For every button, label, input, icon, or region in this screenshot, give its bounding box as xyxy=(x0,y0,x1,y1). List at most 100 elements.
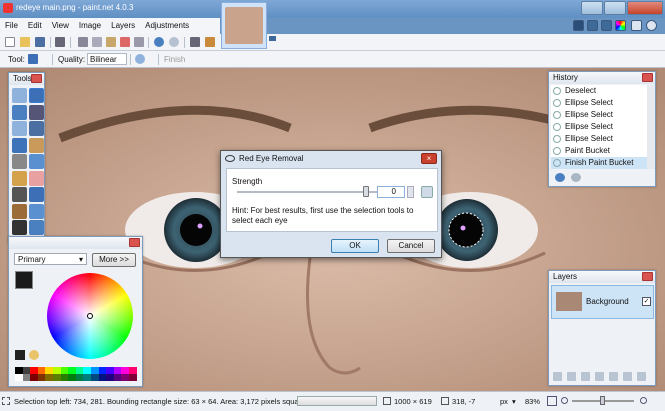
palette-swatch[interactable] xyxy=(91,367,99,374)
line-curve-icon[interactable] xyxy=(29,220,44,235)
palette-swatch[interactable] xyxy=(98,374,107,381)
palette-swatch[interactable] xyxy=(121,367,129,374)
undo-icon[interactable] xyxy=(154,37,164,47)
palette-swatch[interactable] xyxy=(30,374,38,381)
unit-selector[interactable]: px xyxy=(500,397,508,406)
cancel-button[interactable]: Cancel xyxy=(387,239,435,253)
paste-icon[interactable] xyxy=(106,37,116,47)
menu-item-adjustments[interactable]: Adjustments xyxy=(140,18,194,33)
color-wheel[interactable] xyxy=(47,273,133,359)
text-icon[interactable] xyxy=(12,220,27,235)
deselect-icon[interactable] xyxy=(134,37,144,47)
palette-swatch[interactable] xyxy=(68,367,76,374)
palette-swatch[interactable] xyxy=(113,367,122,374)
menu-item-view[interactable]: View xyxy=(47,18,74,33)
palette-swatch[interactable] xyxy=(53,367,61,374)
redo-icon[interactable] xyxy=(169,37,179,47)
move-selection-icon[interactable] xyxy=(29,88,44,103)
paint-bucket-icon[interactable] xyxy=(12,154,27,169)
save-icon[interactable] xyxy=(35,37,45,47)
move-layer-up-icon[interactable] xyxy=(609,372,618,381)
strength-input[interactable]: 0 xyxy=(377,186,405,198)
ok-button[interactable]: OK xyxy=(331,239,379,253)
duplicate-layer-icon[interactable] xyxy=(581,372,590,381)
add-layer-icon[interactable] xyxy=(553,372,562,381)
history-item[interactable]: Ellipse Select xyxy=(551,97,647,109)
paintbrush-icon[interactable] xyxy=(12,170,27,186)
history-item[interactable]: Paint Bucket xyxy=(551,145,647,157)
merge-layer-icon[interactable] xyxy=(595,372,604,381)
ellipse-select-icon[interactable] xyxy=(12,121,27,136)
tools-toggle-icon[interactable] xyxy=(573,20,584,31)
more-colors-button[interactable]: More >> xyxy=(92,253,136,267)
palette-swatch[interactable] xyxy=(37,367,46,374)
crop-icon[interactable] xyxy=(120,37,130,47)
lasso-select-icon[interactable] xyxy=(12,104,27,120)
colors-toggle-icon[interactable] xyxy=(615,20,626,31)
palette-swatch[interactable] xyxy=(53,374,61,381)
strength-slider-thumb[interactable] xyxy=(362,186,369,197)
palette-swatch[interactable] xyxy=(68,374,76,381)
tools-panel-close-button[interactable] xyxy=(31,74,42,83)
primary-color-swatch[interactable] xyxy=(15,271,33,289)
palette-swatch[interactable] xyxy=(75,374,84,381)
palette-menu-icon[interactable] xyxy=(29,350,39,360)
new-icon[interactable] xyxy=(5,37,15,47)
color-mode-dropdown[interactable]: Primary ▾ xyxy=(14,253,87,265)
history-item[interactable]: Ellipse Select xyxy=(551,133,647,145)
colors-panel-close-button[interactable] xyxy=(129,238,140,247)
history-scrollbar[interactable] xyxy=(647,85,655,169)
palette-swatch[interactable] xyxy=(106,367,114,374)
palette-swatch[interactable] xyxy=(45,374,53,381)
palette-swatch[interactable] xyxy=(30,367,38,374)
undo-icon[interactable] xyxy=(555,173,565,182)
finish-button[interactable]: Finish xyxy=(164,55,185,64)
move-selected-icon[interactable] xyxy=(29,104,44,120)
palette-swatch[interactable] xyxy=(37,374,46,381)
reset-strength-button[interactable] xyxy=(421,186,433,198)
ruler-icon[interactable] xyxy=(205,37,215,47)
reset-colors-icon[interactable] xyxy=(15,350,25,360)
palette-swatch[interactable] xyxy=(106,374,114,381)
menu-item-image[interactable]: Image xyxy=(74,18,106,33)
gradient-icon[interactable] xyxy=(29,154,44,169)
maximize-button[interactable] xyxy=(604,1,626,15)
delete-layer-icon[interactable] xyxy=(567,372,576,381)
strength-slider-track[interactable] xyxy=(237,191,377,193)
eraser-icon[interactable] xyxy=(29,170,44,186)
color-wheel-cursor[interactable] xyxy=(87,313,93,319)
close-window-button[interactable] xyxy=(627,1,663,15)
layer-row[interactable]: Background ✓ xyxy=(551,285,654,319)
redo-icon[interactable] xyxy=(571,173,581,182)
rectangle-select-icon[interactable] xyxy=(12,88,27,103)
cut-icon[interactable] xyxy=(78,37,88,47)
thumbnail-menu-icon[interactable] xyxy=(269,36,276,41)
zoom-out-icon[interactable] xyxy=(561,397,568,404)
palette-swatch[interactable] xyxy=(22,374,31,381)
image-thumbnail-tab[interactable] xyxy=(221,2,267,49)
menu-item-file[interactable]: File xyxy=(0,18,23,33)
history-item[interactable]: Ellipse Select xyxy=(551,109,647,121)
open-icon[interactable] xyxy=(20,37,30,47)
history-item[interactable]: Finish Paint Bucket xyxy=(551,157,647,169)
layers-toggle-icon[interactable] xyxy=(601,20,612,31)
palette-swatch[interactable] xyxy=(15,367,23,374)
palette-swatch[interactable] xyxy=(91,374,99,381)
color-picker-icon[interactable] xyxy=(29,187,44,202)
zoom-value[interactable]: 83% xyxy=(525,397,540,406)
quality-dropdown[interactable]: Bilinear xyxy=(87,53,127,65)
menu-item-edit[interactable]: Edit xyxy=(23,18,47,33)
palette-swatch[interactable] xyxy=(60,367,69,374)
magic-wand-icon[interactable] xyxy=(12,137,27,153)
palette-swatch[interactable] xyxy=(129,374,137,381)
grid-icon[interactable] xyxy=(190,37,200,47)
history-toggle-icon[interactable] xyxy=(587,20,598,31)
zoom-in-icon[interactable] xyxy=(640,397,647,404)
recolor-icon[interactable] xyxy=(29,203,44,219)
move-layer-down-icon[interactable] xyxy=(623,372,632,381)
print-icon[interactable] xyxy=(55,37,65,47)
history-item[interactable]: Ellipse Select xyxy=(551,121,647,133)
unit-chevron-icon[interactable]: ▾ xyxy=(512,397,516,406)
palette-swatch[interactable] xyxy=(98,367,107,374)
palette-swatch[interactable] xyxy=(121,374,129,381)
